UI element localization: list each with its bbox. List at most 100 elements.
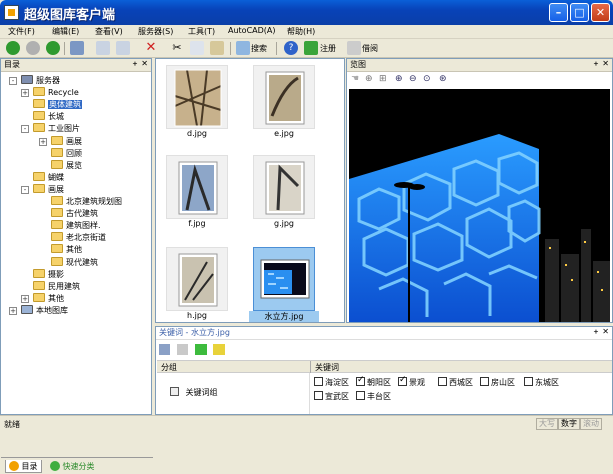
register-icon[interactable] <box>304 41 318 55</box>
check-all-icon[interactable] <box>195 344 207 355</box>
properties-icon[interactable] <box>116 41 130 55</box>
expand-icon[interactable]: + <box>21 294 29 303</box>
paste-icon[interactable] <box>210 41 224 55</box>
cancel-button[interactable]: 借阅 <box>362 43 378 54</box>
tree-item[interactable]: 其他 <box>51 244 82 256</box>
zoom-minus-icon[interactable]: ⊖ <box>409 74 417 84</box>
checkbox-unchecked[interactable] <box>438 377 447 386</box>
thumbnail-water-cube[interactable] <box>253 247 315 311</box>
forward-icon[interactable] <box>26 41 40 55</box>
cut-icon[interactable]: ✂ <box>170 41 184 55</box>
menu-edit[interactable]: 编辑(E) <box>52 26 79 37</box>
close-icon[interactable]: ✕ <box>602 327 609 336</box>
menu-help[interactable]: 帮助(H) <box>287 26 315 37</box>
zoom-plus-icon[interactable]: ⊕ <box>395 74 403 84</box>
collapse-icon[interactable]: - <box>21 185 29 194</box>
expand-icon[interactable]: + <box>21 89 29 98</box>
tree-item[interactable]: 现代建筑 <box>51 256 98 269</box>
tree-item[interactable]: + Recycle <box>21 87 79 99</box>
tree-item[interactable]: + 本地图库 <box>9 304 68 317</box>
pin-icon[interactable]: ᚐ <box>594 327 598 336</box>
help-icon[interactable]: ? <box>284 41 298 55</box>
tree-item[interactable]: 长城 <box>33 111 64 123</box>
thumbnail-g[interactable] <box>253 155 315 219</box>
tree-item[interactable]: + 其他 <box>21 292 64 305</box>
checkbox-unchecked[interactable] <box>314 377 323 386</box>
thumbnail-f[interactable] <box>166 155 228 219</box>
up-icon[interactable] <box>46 41 60 55</box>
tree-item[interactable]: + 画展 <box>39 135 82 148</box>
tree-item[interactable]: 摄影 <box>33 268 64 281</box>
zoom-actual-icon[interactable]: ⊙ <box>423 74 431 84</box>
tree-item[interactable]: 老北京街道 <box>51 232 106 244</box>
thumbnail-h[interactable] <box>166 247 228 311</box>
save-icon[interactable] <box>159 344 170 355</box>
tree-item[interactable]: - 服务器 <box>9 75 60 87</box>
new-icon[interactable] <box>96 41 110 55</box>
checkbox-checked[interactable] <box>398 375 407 386</box>
zoom-window-icon[interactable]: ⊛ <box>439 74 447 84</box>
menu-autocad[interactable]: AutoCAD(A) <box>228 26 276 35</box>
maximize-button[interactable]: □ <box>570 3 589 22</box>
close-icon[interactable]: ✕ <box>141 59 148 68</box>
keyword-checkbox[interactable]: 海淀区 <box>314 377 349 388</box>
tree-item-label: 摄影 <box>48 269 64 279</box>
pin-icon[interactable]: ᚐ <box>133 59 137 68</box>
search-button[interactable]: 搜索 <box>251 43 267 54</box>
zoom-in-icon[interactable]: ⊕ <box>365 74 373 84</box>
tree-item[interactable]: - 画展 <box>21 183 64 196</box>
tab-quick-category[interactable]: 快速分类 <box>47 460 98 473</box>
keyword-checkbox[interactable]: 景观 <box>398 375 425 388</box>
keyword-toolbar <box>159 343 279 357</box>
search-icon[interactable] <box>236 41 250 55</box>
folder-view-icon[interactable] <box>70 41 84 55</box>
menu-view[interactable]: 查看(V) <box>95 26 123 37</box>
preview-image[interactable] <box>349 89 610 322</box>
minimize-button[interactable]: – <box>549 3 568 22</box>
expand-icon[interactable]: + <box>9 306 17 315</box>
close-button[interactable]: ✕ <box>591 3 610 22</box>
tree-item[interactable]: 北京建筑规划图 <box>51 196 122 208</box>
expand-icon[interactable]: + <box>39 137 47 146</box>
keyword-checkbox[interactable]: 房山区 <box>480 377 515 388</box>
copy-icon[interactable] <box>190 41 204 55</box>
tree-item[interactable]: 民用建筑 <box>33 280 80 293</box>
thumbnail-d[interactable] <box>166 65 228 129</box>
pin-icon[interactable]: ᚐ <box>594 59 598 68</box>
tab-directory[interactable]: 目录 <box>5 460 42 473</box>
keyword-checkbox[interactable]: 宣武区 <box>314 391 349 402</box>
close-icon[interactable]: ✕ <box>602 59 609 68</box>
tree-item[interactable]: 建筑图样. <box>51 220 101 232</box>
tree-item[interactable]: 展览 <box>51 159 82 172</box>
group-row[interactable]: 关键词组 <box>170 387 218 398</box>
checkbox-unchecked[interactable] <box>314 391 323 400</box>
collapse-icon[interactable]: - <box>21 125 29 134</box>
menu-tools[interactable]: 工具(T) <box>188 26 215 37</box>
menu-file[interactable]: 文件(F) <box>8 26 35 37</box>
checkbox-checked[interactable] <box>356 375 365 386</box>
checkbox-unchecked[interactable] <box>480 377 489 386</box>
sort-icon[interactable] <box>177 344 188 355</box>
keyword-checkbox[interactable]: 东城区 <box>524 377 559 388</box>
zoom-fit-icon[interactable]: ⊞ <box>379 74 387 84</box>
register-button[interactable]: 注册 <box>320 43 336 54</box>
edit-icon[interactable] <box>347 41 361 55</box>
tree-item[interactable]: 回顾 <box>51 147 82 160</box>
uncheck-all-icon[interactable] <box>213 344 225 355</box>
menu-server[interactable]: 服务器(S) <box>138 26 173 37</box>
tree-item[interactable]: 古代建筑 <box>51 208 98 220</box>
title-bar[interactable]: 超级图库客户端 – □ ✕ <box>0 0 613 25</box>
keyword-checkbox[interactable]: 西城区 <box>438 377 473 388</box>
tree-item[interactable]: - 工业图片 <box>21 123 80 135</box>
thumbnail-e[interactable] <box>253 65 315 129</box>
keyword-checkbox[interactable]: 丰台区 <box>356 391 391 402</box>
delete-icon[interactable]: ✕ <box>144 41 158 55</box>
hand-icon[interactable]: ☚ <box>351 74 359 84</box>
collapse-icon[interactable]: - <box>9 77 17 85</box>
back-icon[interactable] <box>6 41 20 55</box>
tree-item[interactable]: 奥体建筑 <box>33 99 82 111</box>
tree-item[interactable]: 蝴蝶 <box>33 171 64 184</box>
checkbox-unchecked[interactable] <box>356 391 365 400</box>
keyword-checkbox[interactable]: 朝阳区 <box>356 375 391 388</box>
checkbox-unchecked[interactable] <box>524 377 533 386</box>
